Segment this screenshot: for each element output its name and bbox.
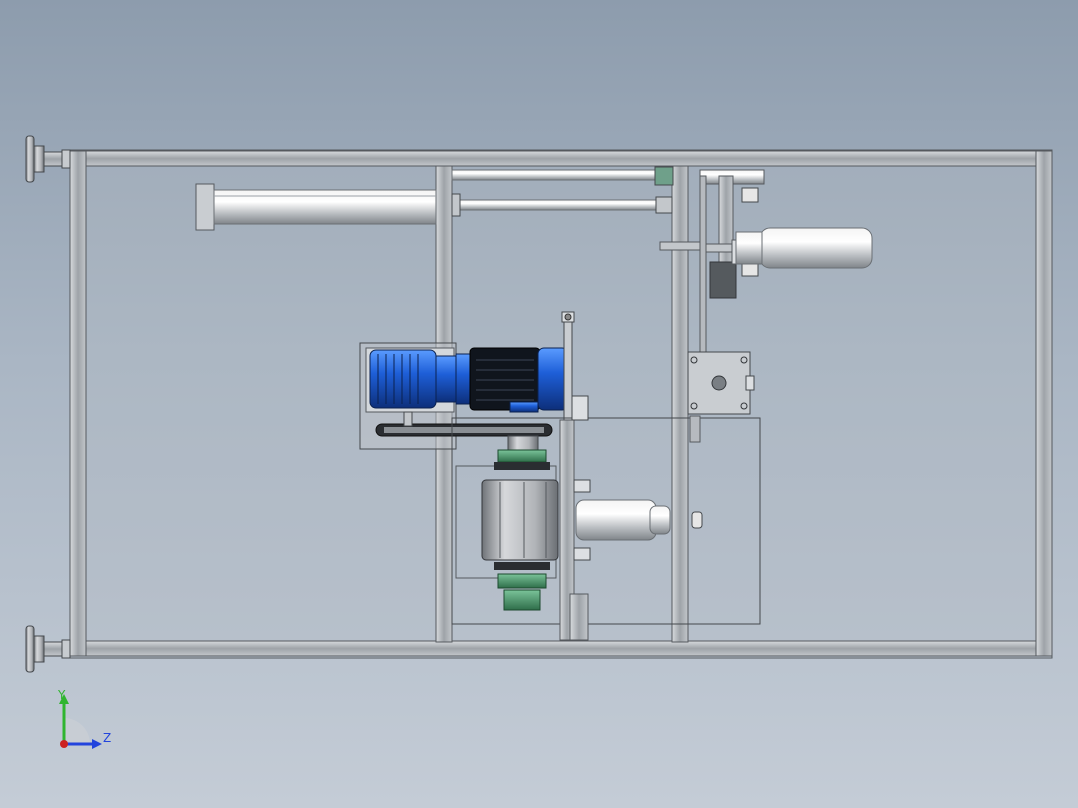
frame-top-rail: [69, 150, 1053, 167]
gearbox: [369, 349, 457, 409]
assembly-drawing: [25, 135, 1053, 673]
pneumatic-cylinder: [195, 183, 437, 231]
frame-left-post: [69, 150, 87, 657]
frame-right-post: [1035, 150, 1053, 657]
frame-mid-post-2: [671, 165, 689, 643]
triad-z-label: Z: [103, 731, 112, 745]
frame-bottom-rail: [69, 640, 1053, 657]
leveling-foot-bottom: [25, 625, 71, 673]
leveling-foot-top: [25, 135, 71, 183]
triad-y-label: Y: [58, 688, 66, 702]
motor: [455, 347, 569, 413]
cad-viewport[interactable]: Y Z: [0, 0, 1078, 808]
